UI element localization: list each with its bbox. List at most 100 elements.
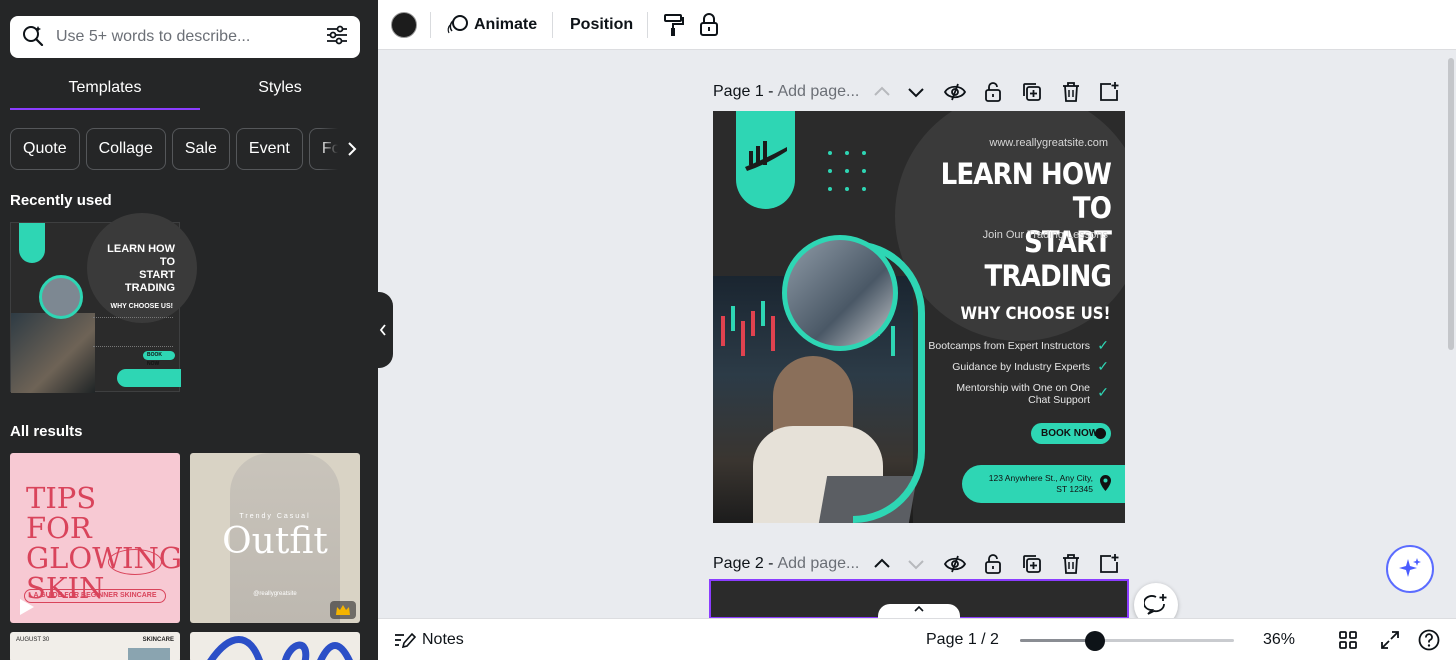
recently-used-heading: Recently used xyxy=(10,192,112,209)
notes-label: Notes xyxy=(422,631,464,648)
page-1-label: Page 1 - xyxy=(713,83,774,100)
chip-event[interactable]: Event xyxy=(235,128,303,170)
chip-sale[interactable]: Sale xyxy=(171,128,230,170)
mini-photo-circle xyxy=(39,275,83,319)
animate-icon xyxy=(447,15,468,34)
chip-quote[interactable]: Quote xyxy=(10,128,80,170)
check-icon: ✓ xyxy=(1097,384,1109,400)
delete-page-icon[interactable] xyxy=(1059,80,1083,104)
zoom-slider-fill xyxy=(1020,639,1095,642)
duplicate-page-icon[interactable] xyxy=(1020,80,1044,104)
mini-photo xyxy=(11,313,95,393)
sparkle-icon xyxy=(1399,558,1421,577)
recent-template-thumbnail[interactable]: LEARN HOW TO START TRADING WHY CHOOSE US!… xyxy=(10,213,197,393)
chevron-up-icon[interactable] xyxy=(870,80,894,104)
search-input[interactable]: Use 5+ words to describe... xyxy=(56,28,326,46)
grid-view-button[interactable] xyxy=(1338,619,1358,660)
position-button[interactable]: Position xyxy=(570,0,633,50)
tab-styles[interactable]: Styles xyxy=(190,74,370,110)
chip-collage[interactable]: Collage xyxy=(85,128,166,170)
hide-eye-icon[interactable] xyxy=(943,552,967,576)
play-icon[interactable] xyxy=(16,597,36,622)
filter-sliders-icon[interactable] xyxy=(326,25,348,50)
fullscreen-button[interactable] xyxy=(1380,619,1400,660)
zoom-level[interactable]: 36% xyxy=(1263,619,1295,660)
delete-page-icon[interactable] xyxy=(1059,552,1083,576)
notes-pencil-icon xyxy=(395,632,416,649)
duplicate-page-icon[interactable] xyxy=(1020,552,1044,576)
page-1-title-input[interactable]: Add page... xyxy=(777,83,859,101)
animate-label: Animate xyxy=(474,16,538,33)
check-icon: ✓ xyxy=(1097,358,1109,374)
chevron-up-icon[interactable] xyxy=(870,552,894,576)
lock-button[interactable] xyxy=(699,0,719,50)
page-2-title-input[interactable]: Add page... xyxy=(777,555,859,573)
all-results-heading: All results xyxy=(10,423,83,440)
page-1-canvas[interactable]: www.reallygreatsite.com LEARN HOW TO STAR… xyxy=(713,111,1125,523)
magic-search-icon xyxy=(22,24,44,51)
page-2-header: Page 2 - Add page... xyxy=(713,549,1125,579)
design-headline: LEARN HOW TO START TRADING xyxy=(940,157,1112,293)
mini-book-button: BOOK NOW xyxy=(143,351,175,367)
help-button[interactable] xyxy=(1418,619,1440,660)
tab-templates[interactable]: Templates xyxy=(10,74,200,110)
animate-button[interactable]: Animate xyxy=(446,0,537,50)
comment-add-icon xyxy=(1144,594,1167,615)
grid-view-icon xyxy=(1339,631,1357,649)
collapse-panel-button[interactable] xyxy=(371,292,393,368)
feature-2: Guidance by Industry Experts xyxy=(952,361,1090,373)
result-template-script[interactable] xyxy=(190,632,360,660)
toolbar-divider xyxy=(430,12,431,38)
result-template-outfit[interactable]: Trendy Casual Outfit @reallygreatsite xyxy=(190,453,360,623)
arrow-oval xyxy=(108,549,162,575)
script-lettering xyxy=(207,636,353,660)
result-template-skincare-2[interactable]: AUGUST 30 SKINCARE xyxy=(10,632,180,660)
zoom-slider-handle[interactable] xyxy=(1084,631,1105,651)
zoom-slider[interactable] xyxy=(1020,631,1234,651)
editor-toolbar: Animate Position xyxy=(378,0,1456,50)
add-page-icon[interactable] xyxy=(1097,552,1121,576)
address-pill: 123 Anywhere St., Any City, ST 12345 xyxy=(962,465,1125,503)
lock-page-icon[interactable] xyxy=(981,80,1005,104)
template-search-box[interactable]: Use 5+ words to describe... xyxy=(10,16,360,58)
canvas-scrollbar[interactable] xyxy=(1448,58,1454,350)
date-text: AUGUST 30 xyxy=(16,637,50,643)
book-now-button: BOOK NOW xyxy=(1031,423,1111,444)
add-page-icon[interactable] xyxy=(1097,80,1121,104)
photo-circle xyxy=(782,235,898,351)
chevron-up-icon xyxy=(914,605,924,612)
mini-logo-tab xyxy=(19,223,45,263)
chips-next-button[interactable] xyxy=(320,128,360,170)
logo-tab xyxy=(736,111,795,209)
magic-assistant-button[interactable] xyxy=(1386,545,1434,593)
book-now-label: BOOK NOW xyxy=(1041,428,1099,439)
mini-list xyxy=(93,317,173,347)
feature-1: Bootcamps from Expert Instructors xyxy=(928,340,1090,352)
panel-tabs: Templates Styles xyxy=(10,74,360,110)
templates-panel: Use 5+ words to describe... Templates St… xyxy=(0,0,378,660)
page-indicator[interactable]: Page 1 / 2 xyxy=(926,619,999,660)
website-text: www.reallygreatsite.com xyxy=(989,137,1108,149)
design-subtitle: Join Our Trading Lessons xyxy=(982,229,1108,241)
toolbar-divider xyxy=(647,12,648,38)
check-icon: ✓ xyxy=(1097,337,1109,353)
mini-address-pill xyxy=(117,369,181,387)
lock-page-icon[interactable] xyxy=(981,552,1005,576)
expand-icon xyxy=(1381,631,1399,649)
skincare-label: SKINCARE xyxy=(142,637,174,643)
premium-crown-icon xyxy=(330,601,356,619)
skincare-tag: A GUIDE FOR BEGINNER SKINCARE xyxy=(24,589,166,603)
chevron-down-icon[interactable] xyxy=(904,552,928,576)
toolbar-divider xyxy=(552,12,553,38)
skincare-title: TIPS FOR GLOWING SKIN xyxy=(26,481,180,605)
chart-logo-icon xyxy=(745,141,787,171)
result-template-skincare[interactable]: TIPS FOR GLOWING SKIN A GUIDE FOR BEGINN… xyxy=(10,453,180,623)
color-swatch xyxy=(391,12,417,38)
chevron-down-icon[interactable] xyxy=(904,80,928,104)
help-icon xyxy=(1418,629,1440,651)
notes-button[interactable]: Notes xyxy=(394,619,464,660)
arrow-circle-icon xyxy=(1095,428,1106,439)
color-swatch-button[interactable] xyxy=(391,0,417,50)
paint-roller-button[interactable] xyxy=(663,0,685,50)
hide-eye-icon[interactable] xyxy=(943,80,967,104)
